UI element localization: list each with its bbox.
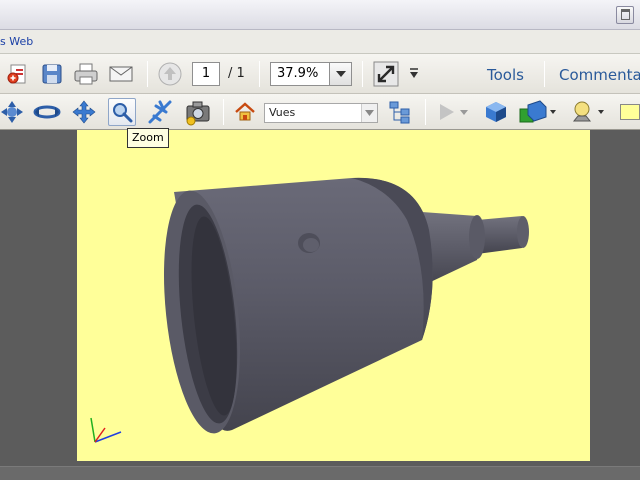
toolbar-separator [223,99,224,125]
create-pdf-button[interactable] [4,60,32,88]
fly-icon [148,100,172,124]
pan-icon [72,100,96,124]
rotate-icon [1,101,23,123]
comment-button[interactable]: Commenta [559,66,640,84]
home-icon [235,102,255,121]
zoom-input[interactable]: 37.9% [270,62,330,86]
background-color-swatch[interactable] [620,104,640,120]
expand-icon [373,61,399,87]
save-button[interactable] [38,60,66,88]
play-animation-button[interactable] [433,98,471,126]
model-tree-icon [389,101,410,124]
page-total-label: / 1 [228,66,245,81]
create-pdf-icon [7,64,26,84]
pan-tool-button[interactable] [70,98,98,126]
zoom-dropdown-button[interactable] [330,62,352,86]
play-icon [440,104,468,120]
fly-tool-button[interactable] [146,98,174,126]
zoom-tooltip: Zoom [127,128,169,148]
email-icon [109,66,133,82]
chevron-down-icon [335,71,346,77]
camera-icon [186,101,210,126]
render-mode-button[interactable] [518,98,558,126]
spin-tool-button[interactable] [33,98,61,126]
window-restore-button[interactable] [616,6,634,24]
full-screen-button[interactable] [372,60,400,88]
3d-viewport[interactable] [77,130,590,461]
status-bar [0,466,640,480]
toolbar-separator [362,61,363,87]
toolbar-separator [544,61,545,87]
toolbar-separator [259,61,260,87]
camera-properties-button[interactable] [183,98,211,126]
zoom-tool-button[interactable] [108,98,136,126]
toolbar-separator [147,61,148,87]
print-icon [74,63,98,85]
email-button[interactable] [107,60,135,88]
spin-icon [33,105,61,119]
render-style-button[interactable] [482,98,510,126]
menu-item-web[interactable]: s Web [0,35,33,48]
3d-model [90,177,529,443]
document-pane-left [0,130,77,480]
page-number-input[interactable]: 1 [192,62,220,86]
default-view-button[interactable] [231,98,259,126]
save-icon [42,64,62,84]
views-dropdown-arrow[interactable] [361,104,377,122]
chevron-down-icon [365,110,374,116]
zoom-icon [113,103,133,123]
toolbar-overflow-button[interactable] [405,60,423,88]
print-button[interactable] [72,60,100,88]
views-selected-value: Vues [269,106,296,119]
lighting-icon [572,101,604,122]
views-dropdown[interactable]: Vues [264,103,378,123]
page-up-icon [158,62,182,86]
previous-page-button[interactable] [156,60,184,88]
restore-icon [621,9,630,20]
menu-bar: s Web [0,30,640,54]
cube-icon [486,102,506,122]
document-pane-right [590,130,640,480]
rotate-tool-button[interactable] [0,98,26,126]
lighting-button[interactable] [568,98,608,126]
window-titlebar [0,0,640,30]
render-mode-icon [519,100,556,123]
tools-button[interactable]: Tools [487,66,524,84]
overflow-chevron-icon [410,68,418,78]
toolbar-separator [425,99,426,125]
model-tree-button[interactable] [386,98,414,126]
